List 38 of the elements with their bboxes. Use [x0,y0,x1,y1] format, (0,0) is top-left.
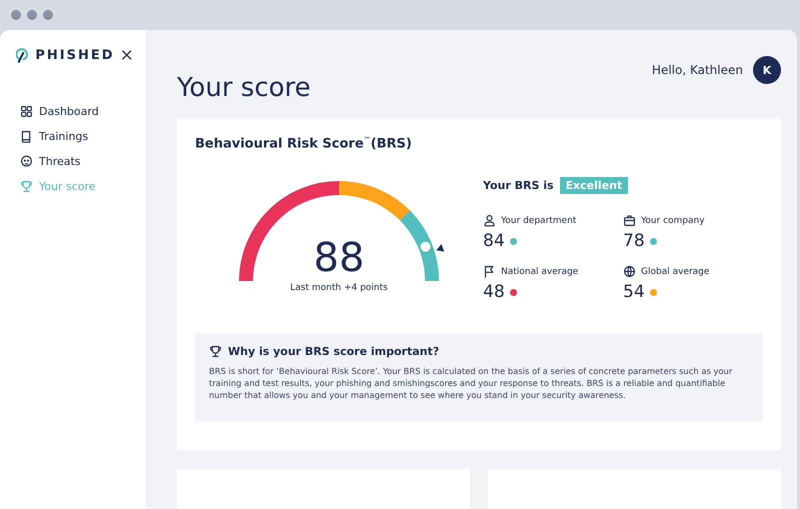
sidebar-item[interactable]: Threats [16,153,146,170]
rating-label: Your BRS is [483,179,554,192]
sidebar-item[interactable]: Trainings [16,128,146,145]
stat-label: Global average [641,266,710,276]
card-title: Behavioural Risk Score$^{™}$(BRS) [195,136,413,151]
info-text: BRS is short for ‘Behavioural Risk Score’. Your BRS is calculated on the basis of a series of concrete parameters such as your training and test results, your phishing and smishingscores and your response to threats. BRS is a reliable and quantifiable number that allows you and your management to see where you stand in your security awareness. [209,365,734,401]
stat-value: 84 [483,231,505,251]
gauge-marker [420,242,430,252]
trophy-icon [20,180,33,193]
window-dot [43,10,53,20]
greeting: Hello, Kathleen [652,63,743,77]
sidebar-item[interactable]: Dashboard [16,103,146,120]
score-value: 88 [314,235,364,281]
stat-value: 54 [623,282,645,302]
window-dot [11,10,21,20]
globe-icon [623,265,636,278]
logo-icon [16,47,30,63]
stat-label: Your company [641,216,705,226]
grid-icon [20,105,33,118]
page-title: Your score [177,73,311,105]
rating-badge: Excellent [560,177,628,194]
logo-text: PHISHED [35,48,115,62]
avatar[interactable]: K [753,56,781,84]
info-title: Why is your BRS score important? [228,345,440,358]
stat-label: Your department [501,216,576,226]
flag-icon [483,265,496,278]
score-caption: Last month +4 points [290,283,388,293]
face-icon [20,155,33,168]
stat-label: National average [501,266,578,276]
person-icon [483,214,496,227]
briefcase-icon [623,214,636,227]
stat-value: 48 [483,282,505,302]
book-icon [20,130,33,143]
pointer-icon [436,244,444,252]
trophy-icon [209,345,222,358]
close-icon[interactable] [120,49,132,61]
window-dot [27,10,37,20]
stat-value: 78 [623,231,645,251]
